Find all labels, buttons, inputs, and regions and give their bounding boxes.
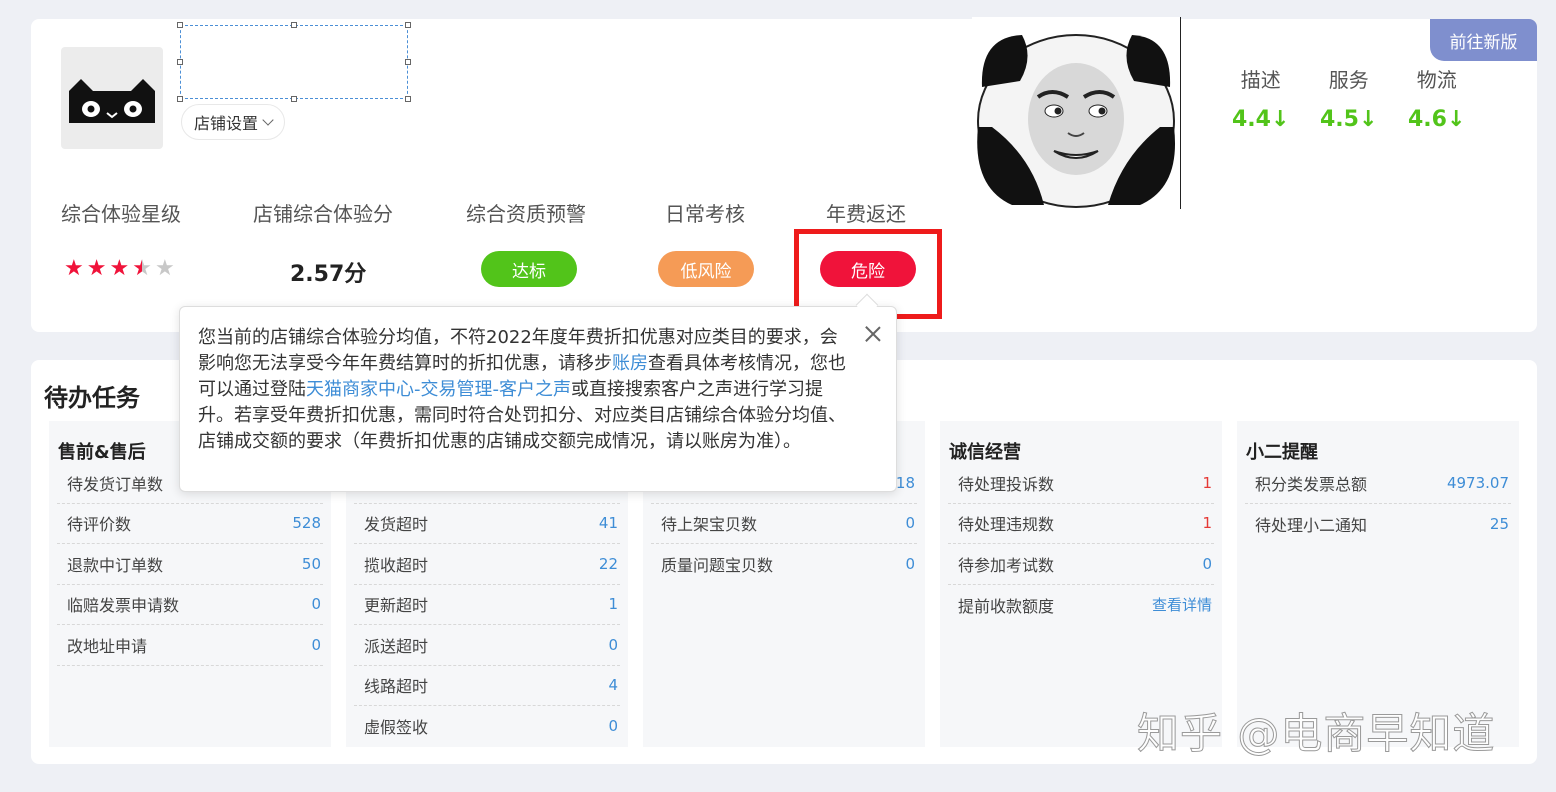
panel-title: 小二提醒 (1246, 438, 1324, 464)
list-item[interactable]: 提前收款额度 查看详情 (948, 585, 1214, 626)
rating-value: 4.6↓ (1408, 107, 1466, 132)
rating-service: 服务 4.5↓ (1320, 64, 1377, 132)
list-item[interactable]: 揽收超时 22 (354, 544, 620, 585)
list-item[interactable]: 待处理小二通知 25 (1245, 504, 1511, 545)
close-icon[interactable] (864, 325, 882, 343)
watermark: 知乎 @电商早知道 (1136, 709, 1496, 759)
metric-label-score: 店铺综合体验分 (253, 202, 393, 226)
list-item[interactable]: 虚假签收 0 (354, 706, 620, 747)
panel-title: 售前&售后 (58, 438, 152, 464)
new-version-button[interactable]: 前往新版 (1430, 19, 1537, 61)
resize-handle[interactable] (405, 22, 411, 28)
resize-handle[interactable] (405, 59, 411, 65)
half-star-icon: ★ (132, 256, 152, 281)
panel-title: 诚信经营 (949, 438, 1027, 464)
rating-label: 服务 (1328, 68, 1369, 92)
shop-name-editable[interactable] (177, 22, 411, 102)
metric-label-qualification: 综合资质预警 (466, 202, 586, 226)
list-item[interactable]: 更新超时 1 (354, 585, 620, 625)
star-rating: ★ ★ ★ ★ ★ (64, 256, 175, 281)
shop-logo (61, 47, 163, 149)
experience-score: 2.57分 (290, 262, 367, 287)
shop-settings-dropdown[interactable]: 店铺设置 (181, 104, 286, 140)
star-icon: ★ (64, 256, 84, 281)
qualification-status-badge[interactable]: 达标 (481, 251, 577, 287)
star-icon: ★ (86, 256, 107, 281)
list-item[interactable]: 发货超时 41 (354, 504, 620, 544)
chevron-down-icon (262, 113, 274, 126)
resize-handle[interactable] (291, 22, 297, 28)
rating-label: 描述 (1240, 68, 1281, 92)
view-details-link[interactable]: 查看详情 (1152, 594, 1212, 615)
rating-value: 4.4↓ (1232, 107, 1290, 132)
star-icon: ★ (109, 256, 130, 281)
annual-fee-tooltip: 您当前的店铺综合体验分均值，不符2022年度年费折扣优惠对应类目的要求，会影响您… (179, 306, 897, 492)
list-item[interactable]: 待处理投诉数 1 (948, 463, 1214, 504)
list-item[interactable]: 待处理违规数 1 (948, 504, 1214, 544)
empty-star-icon: ★ (154, 256, 175, 281)
list-item[interactable]: 线路超时 4 (354, 666, 620, 706)
resize-handle[interactable] (405, 96, 411, 102)
list-item[interactable]: 积分类发票总额 4973.07 (1245, 463, 1511, 504)
rating-description: 描述 4.4↓ (1232, 64, 1289, 132)
list-item[interactable]: 退款中订单数 50 (57, 544, 323, 585)
panel-reminders: 小二提醒 积分类发票总额 4973.07 待处理小二通知 25 (1237, 421, 1519, 747)
todo-title: 待办任务 (44, 384, 140, 412)
tmall-cat-icon (69, 79, 155, 123)
rating-value: 4.5↓ (1320, 107, 1378, 132)
panel-integrity: 诚信经营 待处理投诉数 1 待处理违规数 1 待参加考试数 0 提前收款额度 查看详情 (940, 421, 1222, 747)
list-item[interactable]: 改地址申请 0 (57, 625, 323, 666)
rating-label: 物流 (1416, 68, 1457, 92)
list-item[interactable]: 质量问题宝贝数 0 (651, 544, 917, 585)
list-item[interactable]: 临赔发票申请数 0 (57, 585, 323, 625)
resize-handle[interactable] (177, 59, 183, 65)
resize-handle[interactable] (177, 96, 183, 102)
rating-logistics: 物流 4.6↓ (1408, 64, 1465, 132)
daily-check-status-badge[interactable]: 低风险 (658, 251, 754, 287)
list-item[interactable]: 待参加考试数 0 (948, 544, 1214, 585)
metric-label-annual-fee: 年费返还 (826, 202, 906, 226)
account-room-link[interactable]: 账房 (612, 353, 648, 374)
customer-voice-link[interactable]: 天猫商家中心-交易管理-客户之声 (306, 379, 571, 400)
list-item[interactable]: 派送超时 0 (354, 625, 620, 666)
resize-handle[interactable] (291, 96, 297, 102)
metric-label-star: 综合体验星级 (61, 202, 181, 226)
metric-label-daily-check: 日常考核 (665, 202, 745, 226)
resize-handle[interactable] (177, 22, 183, 28)
shop-settings-label: 店铺设置 (194, 114, 259, 133)
list-item[interactable]: 待上架宝贝数 0 (651, 504, 917, 544)
panda-meme-image (972, 17, 1181, 209)
list-item[interactable]: 待评价数 528 (57, 504, 323, 544)
